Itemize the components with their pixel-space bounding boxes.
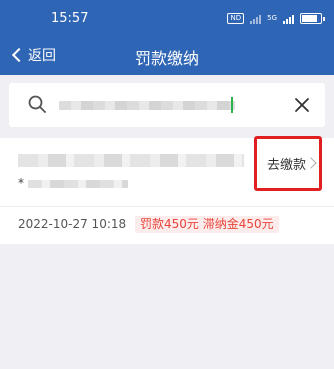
- status-icons: ND 5G: [227, 12, 325, 24]
- signal-icon-2: [283, 13, 294, 24]
- chevron-right-icon: [305, 157, 317, 169]
- status-bar: 15:57 ND 5G: [0, 0, 334, 36]
- network-type-icon: 5G: [267, 13, 277, 22]
- text-cursor: [231, 97, 233, 113]
- nav-bar: 返回 罚款缴纳: [0, 36, 334, 75]
- divider: [0, 206, 334, 207]
- id-prefix: *: [18, 176, 24, 190]
- signal-icon-1: [250, 13, 262, 24]
- app-header: 15:57 ND 5G 返回 罚款缴纳: [0, 0, 334, 75]
- fee-badge: 罚款450元 滞纳金450元: [135, 216, 279, 233]
- record-date: 2022-10-27 10:18: [18, 217, 127, 231]
- redacted-plate-info: [18, 154, 244, 167]
- search-box[interactable]: [9, 83, 325, 127]
- redacted-id-line: *: [18, 176, 128, 190]
- battery-icon: [300, 12, 325, 24]
- go-pay-button[interactable]: 去缴款: [254, 136, 322, 191]
- redacted-search-text: [59, 101, 235, 110]
- nfc-icon: ND: [227, 12, 245, 24]
- page-title: 罚款缴纳: [134, 49, 199, 68]
- search-icon: [28, 95, 46, 113]
- status-time: 15:57: [51, 11, 89, 26]
- redacted-id: [28, 180, 128, 188]
- go-pay-label: 去缴款: [267, 158, 307, 173]
- search-area: [0, 75, 334, 129]
- clear-icon[interactable]: [293, 96, 311, 114]
